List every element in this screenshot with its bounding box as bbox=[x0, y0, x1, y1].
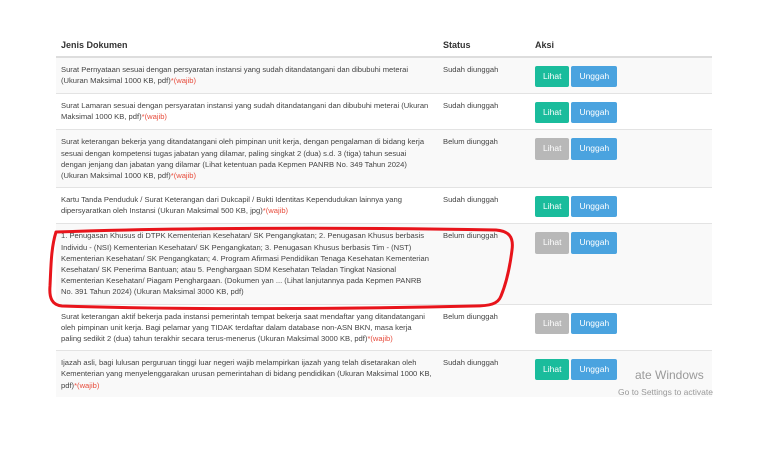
upload-button[interactable]: Unggah bbox=[571, 102, 618, 124]
table-row: Ijazah asli, bagi lulusan perguruan ting… bbox=[56, 350, 712, 397]
header-action: Aksi bbox=[530, 34, 712, 58]
required-marker: *(wajib) bbox=[367, 334, 393, 344]
table-row: Surat Pernyataan sesuai dengan persyarat… bbox=[56, 56, 712, 94]
documents-table: Jenis Dokumen Status Aksi Surat Pernyata… bbox=[56, 34, 712, 397]
document-cell: Surat keterangan bekerja yang ditandatan… bbox=[56, 129, 438, 188]
document-description: 1. Penugasan Khusus di DTPK Kementerian … bbox=[61, 231, 429, 297]
view-button[interactable]: Lihat bbox=[535, 102, 570, 124]
view-button[interactable]: Lihat bbox=[535, 359, 570, 381]
view-button[interactable]: Lihat bbox=[535, 138, 570, 160]
status-cell: Sudah diunggah bbox=[438, 187, 530, 224]
table-row: Surat Lamaran sesuai dengan persyaratan … bbox=[56, 93, 712, 130]
document-cell: Surat Lamaran sesuai dengan persyaratan … bbox=[56, 93, 438, 130]
required-marker: *(wajib) bbox=[170, 171, 197, 181]
header-status: Status bbox=[438, 34, 530, 58]
action-cell: Lihat Unggah bbox=[530, 56, 712, 94]
status-cell: Belum diunggah bbox=[438, 129, 530, 188]
status-cell: Sudah diunggah bbox=[438, 350, 530, 397]
document-cell: 1. Penugasan Khusus di DTPK Kementerian … bbox=[56, 223, 438, 305]
action-cell: Lihat Unggah bbox=[530, 223, 712, 305]
view-button[interactable]: Lihat bbox=[535, 232, 570, 254]
document-cell: Ijazah asli, bagi lulusan perguruan ting… bbox=[56, 350, 438, 397]
document-description: Surat Lamaran sesuai dengan persyaratan … bbox=[61, 101, 429, 122]
upload-button[interactable]: Unggah bbox=[571, 138, 618, 160]
table-row: Surat keterangan aktif bekerja pada inst… bbox=[56, 303, 712, 351]
upload-button[interactable]: Unggah bbox=[571, 66, 618, 88]
document-description: Ijazah asli, bagi lulusan perguruan ting… bbox=[61, 358, 432, 390]
table-row: Kartu Tanda Penduduk / Surat Keterangan … bbox=[56, 187, 712, 224]
status-cell: Sudah diunggah bbox=[438, 93, 530, 130]
required-marker: *(wajib) bbox=[262, 206, 289, 216]
upload-button[interactable]: Unggah bbox=[571, 312, 618, 334]
action-cell: Lihat Unggah bbox=[530, 303, 712, 351]
document-cell: Surat Pernyataan sesuai dengan persyarat… bbox=[56, 56, 438, 94]
header-document-type: Jenis Dokumen bbox=[56, 34, 438, 58]
action-cell: Lihat Unggah bbox=[530, 129, 712, 188]
document-description: Surat keterangan bekerja yang ditandatan… bbox=[61, 137, 425, 181]
table-row: 1. Penugasan Khusus di DTPK Kementerian … bbox=[56, 223, 712, 305]
status-cell: Belum diunggah bbox=[438, 223, 530, 305]
upload-button[interactable]: Unggah bbox=[571, 196, 618, 218]
table-header-row: Jenis Dokumen Status Aksi bbox=[56, 34, 712, 58]
status-cell: Sudah diunggah bbox=[438, 56, 530, 94]
windows-watermark-subtitle: Go to Settings to activate bbox=[618, 387, 713, 397]
document-description: Surat Pernyataan sesuai dengan persyarat… bbox=[61, 65, 409, 86]
document-cell: Surat keterangan aktif bekerja pada inst… bbox=[56, 303, 438, 351]
view-button[interactable]: Lihat bbox=[535, 196, 570, 218]
upload-button[interactable]: Unggah bbox=[571, 232, 618, 254]
table-row: Surat keterangan bekerja yang ditandatan… bbox=[56, 129, 712, 188]
view-button[interactable]: Lihat bbox=[535, 66, 570, 88]
action-cell: Lihat Unggah bbox=[530, 93, 712, 130]
required-marker: *(wajib) bbox=[141, 112, 167, 122]
document-cell: Kartu Tanda Penduduk / Surat Keterangan … bbox=[56, 187, 438, 224]
status-cell: Belum diunggah bbox=[438, 303, 530, 351]
windows-watermark-title: ate Windows bbox=[635, 368, 704, 382]
required-marker: *(wajib) bbox=[74, 380, 100, 390]
document-description: Kartu Tanda Penduduk / Surat Keterangan … bbox=[61, 195, 402, 216]
required-marker: *(wajib) bbox=[170, 76, 197, 86]
view-button[interactable]: Lihat bbox=[535, 312, 570, 334]
action-cell: Lihat Unggah bbox=[530, 187, 712, 224]
upload-button[interactable]: Unggah bbox=[571, 359, 618, 381]
